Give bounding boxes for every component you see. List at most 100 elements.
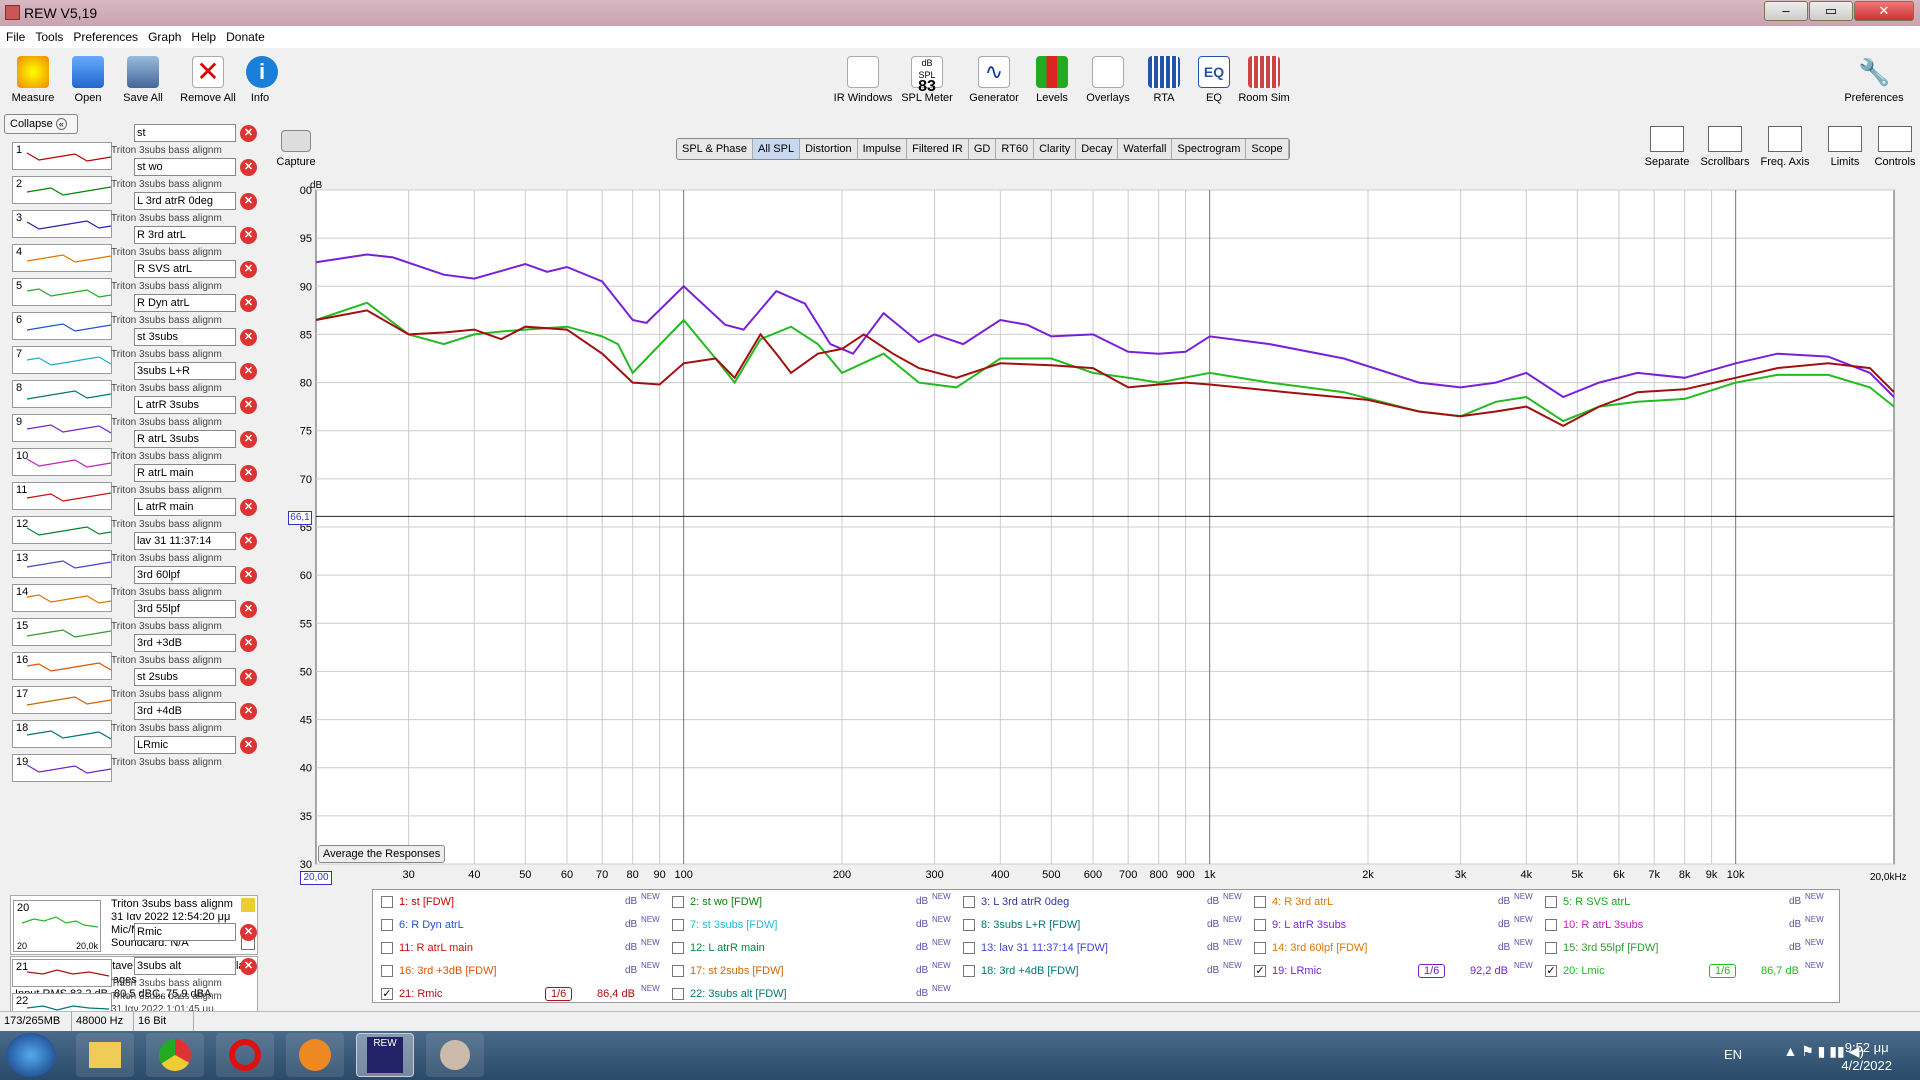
remove-measurement-icon[interactable]: ✕ [240,431,257,448]
legend-checkbox[interactable] [672,965,684,978]
legend-item[interactable]: 8: 3subs L+R [FDW] [963,919,1080,932]
tab-filtered-ir[interactable]: Filtered IR [907,139,969,159]
menu-preferences[interactable]: Preferences [73,30,138,44]
remove-measurement-icon[interactable]: ✕ [240,601,257,618]
measurement-row[interactable]: 3L 3rd atrR 0deg ✕ Triton 3subs bass align… [8,192,262,238]
remove-measurement-icon[interactable]: ✕ [240,669,257,686]
measurement-name-input[interactable]: Rmic [134,923,236,941]
measurement-row[interactable]: 5R SVS atrL ✕ Triton 3subs bass alignm [8,260,262,306]
browser-taskbar-icon[interactable] [286,1033,344,1077]
levels-button[interactable]: Levels [1034,56,1070,104]
info-button[interactable]: i Info [246,56,278,104]
legend-item[interactable]: 16: 3rd +3dB [FDW] [381,965,497,978]
measurement-name-input[interactable]: L 3rd atrR 0deg [134,192,236,210]
legend-item[interactable]: 18: 3rd +4dB [FDW] [963,965,1079,978]
tab-gd[interactable]: GD [969,139,997,159]
measurement-row[interactable]: 11 R atrL main ✕ Triton 3subs bass alignm [8,464,262,510]
chrome-taskbar-icon[interactable] [146,1033,204,1077]
measurement-name-input[interactable]: R atrL main [134,464,236,482]
measurement-name-input[interactable]: L atrR main [134,498,236,516]
maximize-button[interactable]: ▭ [1809,1,1853,21]
legend-item[interactable]: 15: 3rd 55lpf [FDW] [1545,942,1658,955]
measurement-name-input[interactable]: 3subs alt [134,957,236,975]
save-all-button[interactable]: Save All [120,56,166,104]
start-button[interactable] [6,1033,56,1077]
measurement-row[interactable]: 13 lav 31 11:37:14 ✕ Triton 3subs bass alig… [8,532,262,578]
legend-checkbox[interactable] [1545,942,1557,955]
remove-measurement-icon[interactable]: ✕ [240,261,257,278]
x-start-box[interactable]: 20,00 [300,871,332,885]
measure-button[interactable]: Measure [10,56,56,104]
measurement-name-input[interactable]: R atrL 3subs [134,430,236,448]
rta-button[interactable]: RTA [1148,56,1180,104]
legend-item[interactable]: 6: R Dyn atrL [381,919,464,932]
remove-measurement-icon[interactable]: ✕ [240,397,257,414]
legend-item[interactable]: 14: 3rd 60lpf [FDW] [1254,942,1367,955]
menu-tools[interactable]: Tools [35,30,63,44]
separate-button[interactable]: Separate [1642,126,1692,168]
tab-waterfall[interactable]: Waterfall [1118,139,1173,159]
measurement-name-input[interactable]: 3rd 60lpf [134,566,236,584]
measurement-row[interactable]: 14 3rd 60lpf ✕ Triton 3subs bass alignm [8,566,262,612]
remove-measurement-icon[interactable]: ✕ [240,363,257,380]
freq-axis-button[interactable]: Freq. Axis [1760,126,1810,168]
spl-meter-button[interactable]: dB SPL 83 SPL Meter [900,56,954,104]
measurement-name-input[interactable]: R 3rd atrL [134,226,236,244]
measurement-name-input[interactable]: lav 31 11:37:14 [134,532,236,550]
remove-measurement-icon[interactable]: ✕ [240,159,257,176]
tab-clarity[interactable]: Clarity [1034,139,1077,159]
measurement-name-input[interactable]: LRmic [134,736,236,754]
spl-graph[interactable]: 1009590858075706560555045403530 30405060… [300,178,1900,880]
measurement-thumbnail[interactable]: 21 [12,959,112,987]
legend-item[interactable]: 2: st wo [FDW] [672,896,762,909]
overlays-button[interactable]: Overlays [1084,56,1132,104]
measurement-row[interactable]: 12 L atrR main ✕ Triton 3subs bass alignm [8,498,262,544]
remove-measurement-icon[interactable]: ✕ [240,567,257,584]
smoothing-badge[interactable]: 1/6 [1418,964,1446,978]
legend-item[interactable]: 10: R atrL 3subs [1545,919,1643,932]
average-responses-button[interactable]: Average the Responses [318,845,446,863]
preferences-button[interactable]: 🔧 Preferences [1842,56,1906,104]
measurement-row[interactable]: 7st 3subs ✕ Triton 3subs bass alignm [8,328,262,374]
remove-measurement-icon[interactable]: ✕ [240,193,257,210]
legend-checkbox[interactable]: ✓ [1254,965,1266,978]
measurement-row[interactable]: 18 3rd +4dB ✕ Triton 3subs bass alignm [8,702,262,748]
remove-measurement-icon[interactable]: ✕ [240,533,257,550]
legend-checkbox[interactable] [672,988,684,1001]
limits-button[interactable]: Limits [1820,126,1870,168]
clock[interactable]: 9:52 μμ 4/2/2022 [1841,1039,1892,1075]
opera-taskbar-icon[interactable] [216,1033,274,1077]
remove-measurement-icon[interactable]: ✕ [240,635,257,652]
legend-item[interactable]: 12: L atrR main [672,942,765,955]
legend-checkbox[interactable] [672,919,684,932]
legend-item[interactable]: 9: L atrR 3subs [1254,919,1346,932]
legend-checkbox[interactable] [963,942,975,955]
capture-button[interactable]: Capture [274,130,318,168]
legend-item[interactable]: ✓ 19: LRmic [1254,965,1322,978]
tab-distortion[interactable]: Distortion [800,139,858,159]
measurement-row[interactable]: 8 3subs L+R ✕ Triton 3subs bass alignm [8,362,262,408]
remove-measurement-icon[interactable]: ✕ [240,329,257,346]
legend-checkbox[interactable] [963,965,975,978]
remove-measurement-icon[interactable]: ✕ [240,499,257,516]
generator-button[interactable]: ∿ Generator [966,56,1022,104]
close-button[interactable]: ✕ [1854,1,1914,21]
remove-measurement-icon[interactable]: ✕ [240,737,257,754]
tab-scope[interactable]: Scope [1246,139,1289,159]
open-button[interactable]: Open [70,56,106,104]
language-indicator[interactable]: EN [1724,1047,1742,1062]
paint-taskbar-icon[interactable] [426,1033,484,1077]
measurement-name-input[interactable]: R SVS atrL [134,260,236,278]
ir-windows-button[interactable]: IR Windows [832,56,894,104]
legend-checkbox[interactable]: ✓ [1545,965,1557,978]
room-sim-button[interactable]: Room Sim [1238,56,1290,104]
legend-item[interactable]: ✓ 21: Rmic [381,988,442,1001]
scrollbars-button[interactable]: Scrollbars [1700,126,1750,168]
measurement-name-input[interactable]: 3rd +3dB [134,634,236,652]
tab-rt60[interactable]: RT60 [996,139,1035,159]
remove-measurement-icon[interactable]: ✕ [240,295,257,312]
measurement-name-input[interactable]: st [134,124,236,142]
measurement-row-21[interactable]: Rmic ✕ [8,923,262,957]
legend-checkbox[interactable] [1254,942,1266,955]
legend-checkbox[interactable] [1254,896,1266,909]
